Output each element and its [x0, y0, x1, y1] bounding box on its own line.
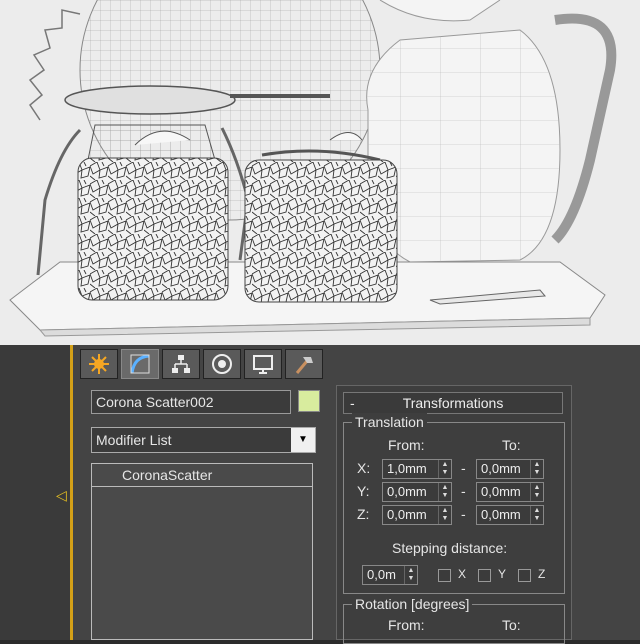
from-label: From: — [388, 437, 425, 453]
modifier-stack[interactable]: CoronaScatter — [91, 463, 313, 640]
rotation-label: Rotation [degrees] — [352, 595, 473, 613]
motion-circle-icon — [212, 354, 232, 374]
stepping-y-label: Y — [498, 567, 507, 581]
spinner-arrows-icon[interactable]: ▲ ▼ — [530, 506, 543, 524]
hierarchy-icon — [172, 355, 190, 373]
display-tab[interactable] — [244, 349, 282, 379]
spinner-value: 0,0mm — [387, 484, 427, 499]
axis-x-label: X: — [357, 460, 371, 476]
command-panel-tabs — [80, 349, 326, 379]
modifier-list-label: Modifier List — [96, 432, 172, 448]
modifier-list-dropdown[interactable]: Modifier List ▼ — [91, 427, 316, 453]
stepping-z-label: Z — [538, 567, 546, 581]
translation-z-to-spinner[interactable]: 0,0mm ▲ ▼ — [476, 505, 544, 525]
utilities-tab[interactable] — [285, 349, 323, 379]
spinner-arrows-icon[interactable]: ▲ ▼ — [404, 566, 417, 584]
stepping-x-label: X — [458, 567, 467, 581]
range-dash: - — [461, 460, 466, 476]
stepping-x-checkbox[interactable] — [438, 569, 451, 582]
render-viewport — [0, 0, 640, 345]
translation-y-from-spinner[interactable]: 0,0mm ▲ ▼ — [382, 482, 452, 502]
spinner-value: 1,0mm — [387, 461, 427, 476]
rotation-to-label: To: — [502, 617, 521, 633]
panel-accent-line — [70, 345, 73, 640]
stepping-distance-label: Stepping distance: — [392, 540, 508, 556]
range-dash: - — [461, 506, 466, 522]
hammer-icon — [295, 357, 313, 374]
spinner-value: 0,0mm — [481, 461, 521, 476]
stack-item-coronascatter[interactable]: CoronaScatter — [92, 464, 312, 487]
sun-burst-icon — [89, 354, 109, 374]
rollout-title: Transformations — [402, 395, 504, 411]
spinner-arrows-icon[interactable]: ▲ ▼ — [530, 483, 543, 501]
to-label: To: — [502, 437, 521, 453]
collapse-arrow-icon[interactable]: ◁ — [56, 487, 67, 504]
spinner-arrows-icon[interactable]: ▲ ▼ — [438, 483, 451, 501]
wireframe-render-image — [0, 0, 640, 345]
spinner-value: 0,0m — [367, 567, 396, 582]
stepping-y-checkbox[interactable] — [478, 569, 491, 582]
translation-group: Translation From: To: X: 1,0mm ▲ ▼ - 0,0mm… — [343, 413, 565, 594]
create-tab[interactable] — [80, 349, 118, 379]
rotation-from-label: From: — [388, 617, 425, 633]
stepping-distance-spinner[interactable]: 0,0m ▲ ▼ — [362, 565, 418, 585]
spinner-value: 0,0mm — [387, 507, 427, 522]
stepping-z-checkbox[interactable] — [518, 569, 531, 582]
translation-x-to-spinner[interactable]: 0,0mm ▲ ▼ — [476, 459, 544, 479]
spinner-arrows-icon[interactable]: ▲ ▼ — [438, 506, 451, 524]
spinner-value: 0,0mm — [481, 484, 521, 499]
display-monitor-icon — [253, 355, 273, 374]
command-panel: ◁ Corona Scatter002 Modifier List ▼ Coro… — [0, 345, 640, 644]
transformations-rollout-header[interactable]: - Transformations — [343, 392, 563, 414]
range-dash: - — [461, 483, 466, 499]
spinner-value: 0,0mm — [481, 507, 521, 522]
spinner-arrows-icon[interactable]: ▲ ▼ — [438, 460, 451, 478]
translation-label: Translation — [352, 413, 427, 431]
transformations-rollout: - Transformations Translation From: To: … — [336, 385, 572, 644]
translation-z-from-spinner[interactable]: 0,0mm ▲ ▼ — [382, 505, 452, 525]
axis-z-label: Z: — [357, 506, 370, 522]
translation-x-from-spinner[interactable]: 1,0mm ▲ ▼ — [382, 459, 452, 479]
spinner-arrows-icon[interactable]: ▲ ▼ — [530, 460, 543, 478]
axis-y-label: Y: — [357, 483, 370, 499]
chevron-down-icon[interactable]: ▼ — [291, 428, 315, 452]
object-name-field[interactable]: Corona Scatter002 — [91, 390, 291, 414]
translation-y-to-spinner[interactable]: 0,0mm ▲ ▼ — [476, 482, 544, 502]
object-color-swatch[interactable] — [298, 390, 320, 412]
modify-curve-icon — [130, 354, 150, 374]
rotation-group: Rotation [degrees] From: To: — [343, 595, 565, 644]
modify-tab[interactable] — [121, 349, 159, 379]
hierarchy-tab[interactable] — [162, 349, 200, 379]
motion-tab[interactable] — [203, 349, 241, 379]
